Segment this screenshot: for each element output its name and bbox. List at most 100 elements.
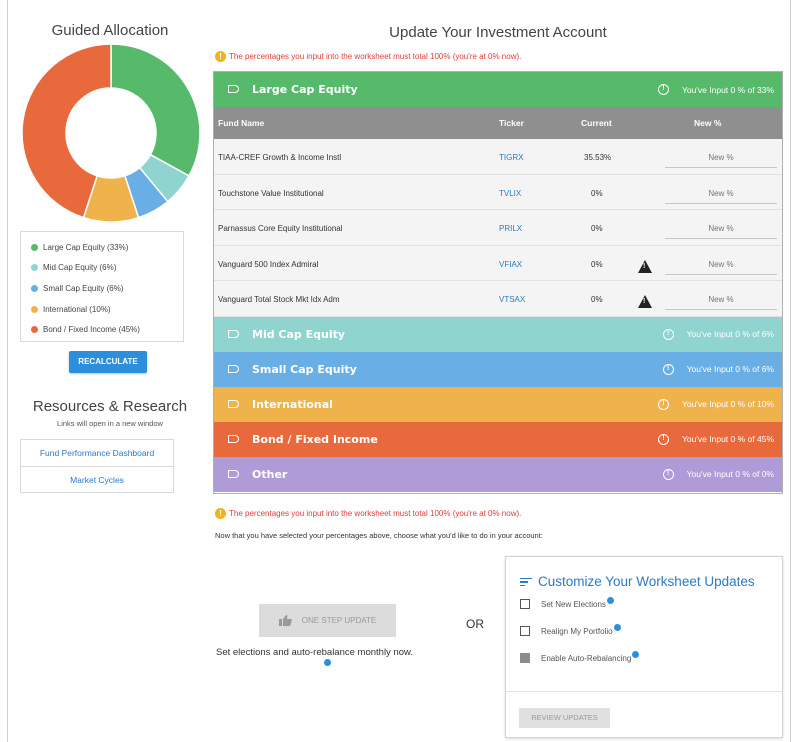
legend-item-bond: Bond / Fixed Income (45%): [31, 319, 183, 340]
legend-dot: [31, 305, 38, 313]
table-row: Touchstone Value Institutional TVLIX 0%: [214, 174, 782, 211]
legend-dot: [31, 243, 38, 251]
warning-text: The percentages you input into the works…: [229, 52, 522, 61]
info-dot-icon[interactable]: [324, 659, 331, 666]
current-value: 0%: [591, 224, 603, 234]
one-step-description-text: Set elections and auto-rebalance monthly…: [216, 647, 413, 658]
new-pct-header: New %: [694, 118, 722, 128]
legend-label: International (10%): [43, 304, 111, 314]
fund-performance-dashboard-link[interactable]: Fund Performance Dashboard: [21, 440, 173, 466]
recalculate-button[interactable]: RECALCULATE: [69, 351, 147, 373]
new-pct-input[interactable]: [665, 148, 777, 168]
legend-label: Small Cap Equity (6%): [43, 283, 124, 293]
category-header-other[interactable]: Other ! You've Input 0 % of 0%: [214, 456, 782, 492]
fund-name: Parnassus Core Equity Institutional: [218, 224, 343, 234]
info-icon: !: [662, 328, 674, 340]
legend-label: Bond / Fixed Income (45%): [43, 325, 140, 335]
allocation-worksheet: Large Cap Equity ! You've Input 0 % of 3…: [213, 71, 783, 494]
tag-icon: [228, 329, 239, 338]
legend-item-mid-cap: Mid Cap Equity (6%): [31, 258, 183, 279]
legend-item-small-cap: Small Cap Equity (6%): [31, 278, 183, 299]
category-label: Bond / Fixed Income: [252, 432, 378, 446]
warning-triangle-icon[interactable]: [638, 259, 652, 273]
info-dot-icon[interactable]: [632, 650, 640, 658]
option-label: Set New Elections: [541, 599, 606, 609]
option-label: Enable Auto-Rebalancing: [541, 653, 632, 663]
checkbox[interactable]: [520, 626, 530, 636]
donut-segment-0: [110, 44, 200, 177]
review-updates-button[interactable]: REVIEW UPDATES: [519, 708, 610, 728]
customize-title: Customize Your Worksheet Updates: [520, 574, 755, 589]
page-left-border: [7, 0, 8, 742]
category-status: ! You've Input 0 % of 0%: [662, 468, 774, 480]
one-step-update-button[interactable]: ONE STEP UPDATE: [259, 604, 396, 637]
fund-name: Vanguard Total Stock Mkt Idx Adm: [218, 295, 340, 305]
current-value: 0%: [591, 259, 603, 269]
tag-icon: [228, 364, 239, 373]
category-status-text: You've Input 0 % of 6%: [686, 364, 774, 375]
resources-links: Fund Performance Dashboard Market Cycles: [20, 439, 174, 493]
warning-icon: !: [215, 51, 226, 62]
category-header-bond[interactable]: Bond / Fixed Income ! You've Input 0 % o…: [214, 421, 782, 457]
ticker-header: Ticker: [499, 118, 524, 128]
fund-name: Vanguard 500 Index Admiral: [218, 259, 319, 269]
one-step-description: Set elections and auto-rebalance monthly…: [216, 647, 446, 669]
category-status-text: You've Input 0 % of 45%: [681, 434, 774, 445]
or-divider: OR: [466, 617, 484, 631]
category-status-text: You've Input 0 % of 0%: [686, 469, 774, 480]
legend-dot: [31, 284, 38, 292]
checkbox[interactable]: [520, 653, 530, 663]
category-header-small-cap[interactable]: Small Cap Equity ! You've Input 0 % of 6…: [214, 351, 782, 387]
new-pct-input[interactable]: [665, 219, 777, 240]
category-status: ! You've Input 0 % of 6%: [662, 328, 774, 340]
market-cycles-link[interactable]: Market Cycles: [21, 466, 173, 492]
checkbox[interactable]: [520, 599, 530, 609]
new-pct-input[interactable]: [665, 290, 777, 311]
legend-label: Mid Cap Equity (6%): [43, 263, 117, 273]
category-status-text: You've Input 0 % of 6%: [686, 329, 774, 340]
allocation-donut-chart: [22, 44, 200, 222]
one-step-update-label: ONE STEP UPDATE: [301, 616, 377, 625]
category-header-international[interactable]: International ! You've Input 0 % of 10%: [214, 386, 782, 422]
warning-triangle-icon[interactable]: [638, 295, 652, 309]
category-label: Mid Cap Equity: [252, 327, 346, 341]
info-dot-icon[interactable]: [606, 596, 614, 604]
thumbs-up-icon: [278, 615, 292, 626]
ticker-link[interactable]: VTSAX: [499, 295, 525, 304]
current-header: Current: [581, 118, 612, 128]
legend-item-international: International (10%): [31, 299, 183, 320]
option-enable-auto-rebalancing[interactable]: Enable Auto-Rebalancing: [520, 650, 640, 663]
ticker-link[interactable]: TIGRX: [499, 153, 523, 162]
legend-label: Large Cap Equity (33%): [43, 242, 129, 252]
category-header-mid-cap[interactable]: Mid Cap Equity ! You've Input 0 % of 6%: [214, 316, 782, 352]
ticker-link[interactable]: PRILX: [499, 224, 522, 233]
info-icon: !: [662, 363, 674, 375]
category-label: International: [252, 397, 333, 411]
allocation-legend: Large Cap Equity (33%) Mid Cap Equity (6…: [20, 231, 184, 342]
tag-icon: [228, 434, 239, 443]
divider: [506, 691, 782, 692]
left-panel: Guided Allocation Large Cap Equity (33%)…: [10, 0, 210, 742]
new-pct-input[interactable]: [665, 254, 777, 275]
legend-item-large-cap: Large Cap Equity (33%): [31, 237, 183, 258]
current-value: 0%: [591, 295, 603, 305]
option-set-new-elections[interactable]: Set New Elections: [520, 596, 614, 609]
table-row: Parnassus Core Equity Institutional PRIL…: [214, 210, 782, 246]
ticker-link[interactable]: VFIAX: [499, 260, 522, 269]
current-value: 35.53%: [584, 153, 612, 162]
table-row: Vanguard Total Stock Mkt Idx Adm VTSAX 0…: [214, 281, 782, 317]
category-status: ! You've Input 0 % of 33%: [657, 84, 774, 95]
resources-title: Resources & Research: [32, 398, 188, 415]
info-icon: !: [657, 398, 669, 410]
legend-dot: [31, 326, 38, 334]
category-header-large-cap[interactable]: Large Cap Equity ! You've Input 0 % of 3…: [214, 72, 782, 107]
category-status-text: You've Input 0 % of 10%: [681, 399, 774, 410]
info-dot-icon[interactable]: [613, 623, 621, 631]
fund-name-header: Fund Name: [218, 118, 265, 128]
tag-icon: [228, 85, 239, 93]
ticker-link[interactable]: TVLIX: [499, 189, 521, 198]
option-realign-portfolio[interactable]: Realign My Portfolio: [520, 623, 621, 636]
new-pct-input[interactable]: [665, 183, 777, 204]
tag-icon: [228, 399, 239, 408]
tag-icon: [228, 469, 239, 478]
